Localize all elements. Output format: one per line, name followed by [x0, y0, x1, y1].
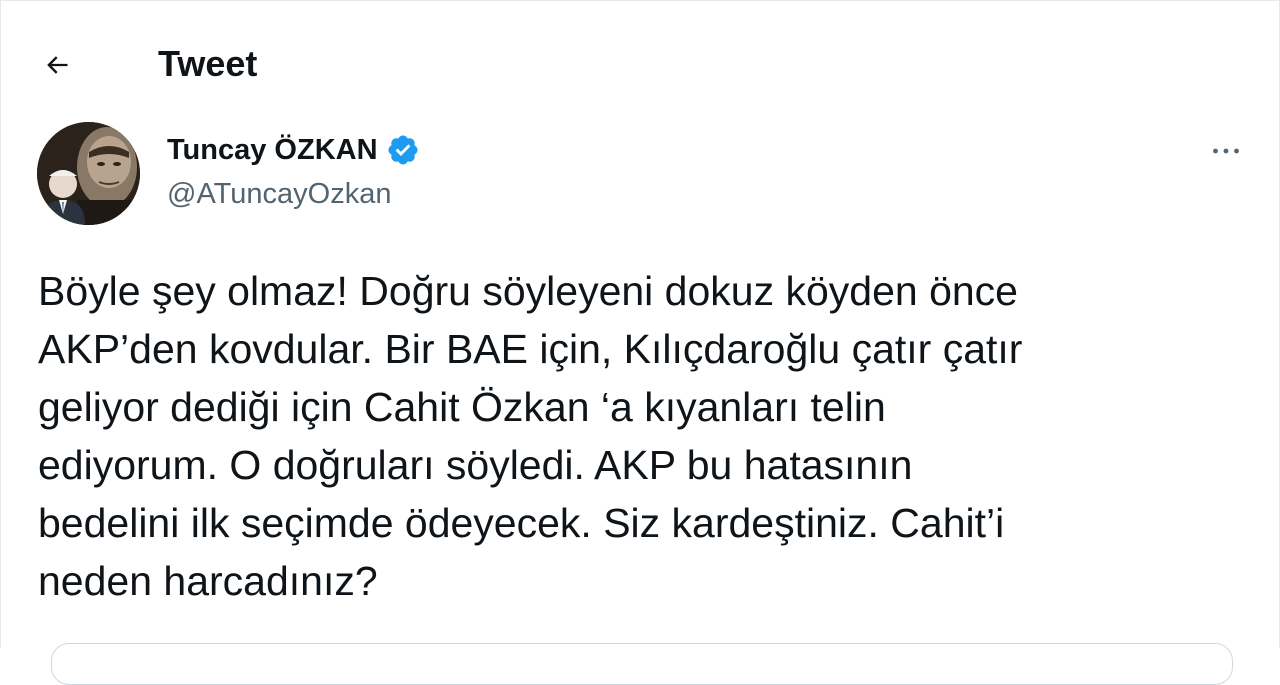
author-name-text: Tuncay ÖZKAN	[167, 134, 378, 166]
avatar[interactable]	[37, 122, 140, 225]
page-title: Tweet	[158, 43, 258, 84]
verified-badge-icon	[388, 135, 418, 165]
back-button[interactable]	[35, 43, 79, 87]
tweet-text: Böyle şey olmaz! Doğru söyleyeni dokuz k…	[38, 268, 1023, 604]
more-horizontal-icon	[1213, 148, 1239, 154]
more-options-button[interactable]	[1204, 129, 1248, 173]
tweet-page: Tweet Tuncay ÖZKAN @ATuncayOzkan Böyle ş…	[0, 0, 1280, 685]
author-handle[interactable]: @ATuncayOzkan	[167, 176, 391, 212]
quoted-card[interactable]	[51, 643, 1233, 685]
avatar-image	[37, 122, 140, 225]
arrow-left-icon	[47, 56, 68, 74]
page-header: Tweet	[1, 1, 1280, 127]
author-name[interactable]: Tuncay ÖZKAN	[167, 132, 420, 168]
